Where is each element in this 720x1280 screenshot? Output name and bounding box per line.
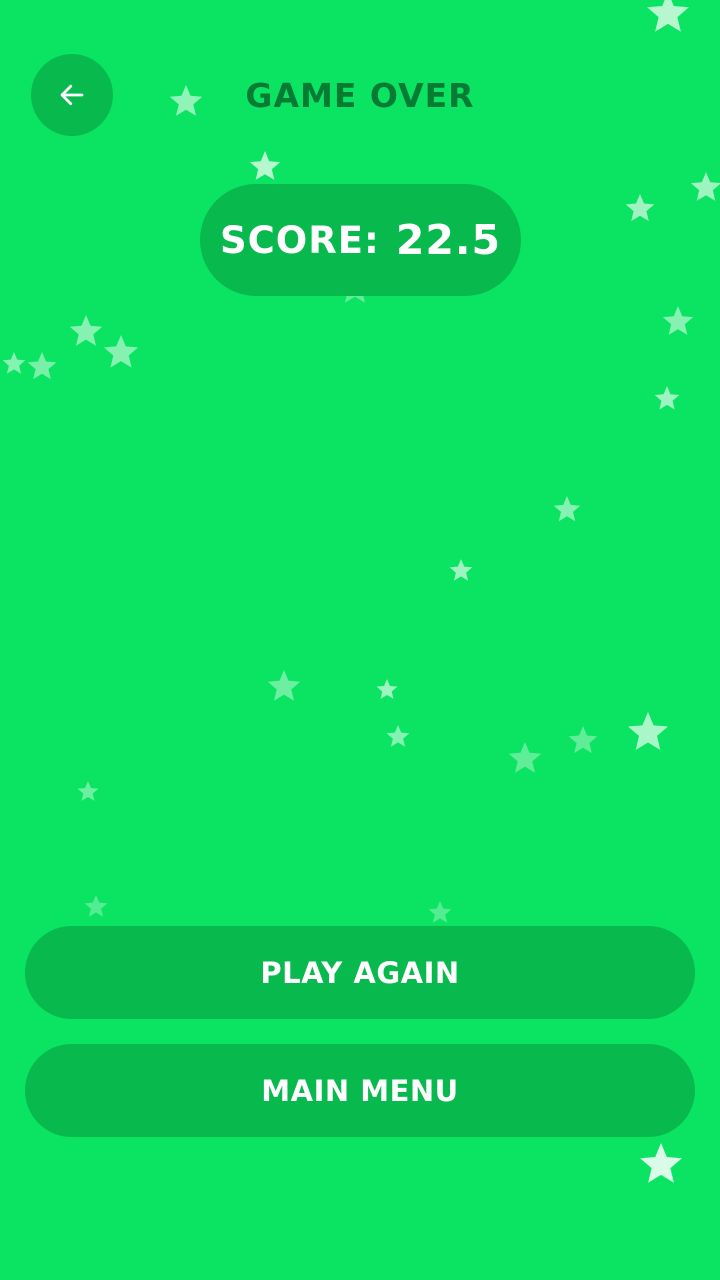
star-icon	[553, 496, 581, 522]
star-icon	[2, 352, 26, 374]
play-again-button[interactable]: PLAY AGAIN	[25, 926, 695, 1019]
score-value: 22.5	[395, 216, 501, 264]
score-display: SCORE: 22.5	[200, 184, 521, 296]
score-label: SCORE:	[220, 218, 380, 262]
star-icon	[625, 194, 655, 222]
star-icon	[654, 386, 680, 410]
star-icon	[508, 742, 542, 773]
star-icon	[27, 352, 57, 380]
star-icon	[449, 559, 473, 581]
star-icon	[386, 725, 410, 747]
star-icon	[69, 315, 103, 346]
star-icon	[428, 901, 452, 923]
star-icon	[267, 670, 301, 701]
star-icon	[249, 151, 281, 180]
star-icon	[662, 306, 694, 335]
main-menu-button[interactable]: MAIN MENU	[25, 1044, 695, 1137]
star-icon	[647, 0, 689, 32]
star-icon	[84, 895, 108, 917]
star-icon	[640, 1143, 682, 1183]
star-icon	[77, 781, 99, 801]
star-icon	[690, 172, 720, 201]
star-icon	[103, 335, 139, 368]
page-title: GAME OVER	[245, 76, 475, 115]
star-icon	[628, 712, 668, 750]
game-over-screen: GAME OVER SCORE: 22.5 PLAY AGAIN MAIN ME…	[0, 0, 720, 1280]
star-icon	[376, 679, 398, 699]
star-icon	[568, 726, 598, 754]
